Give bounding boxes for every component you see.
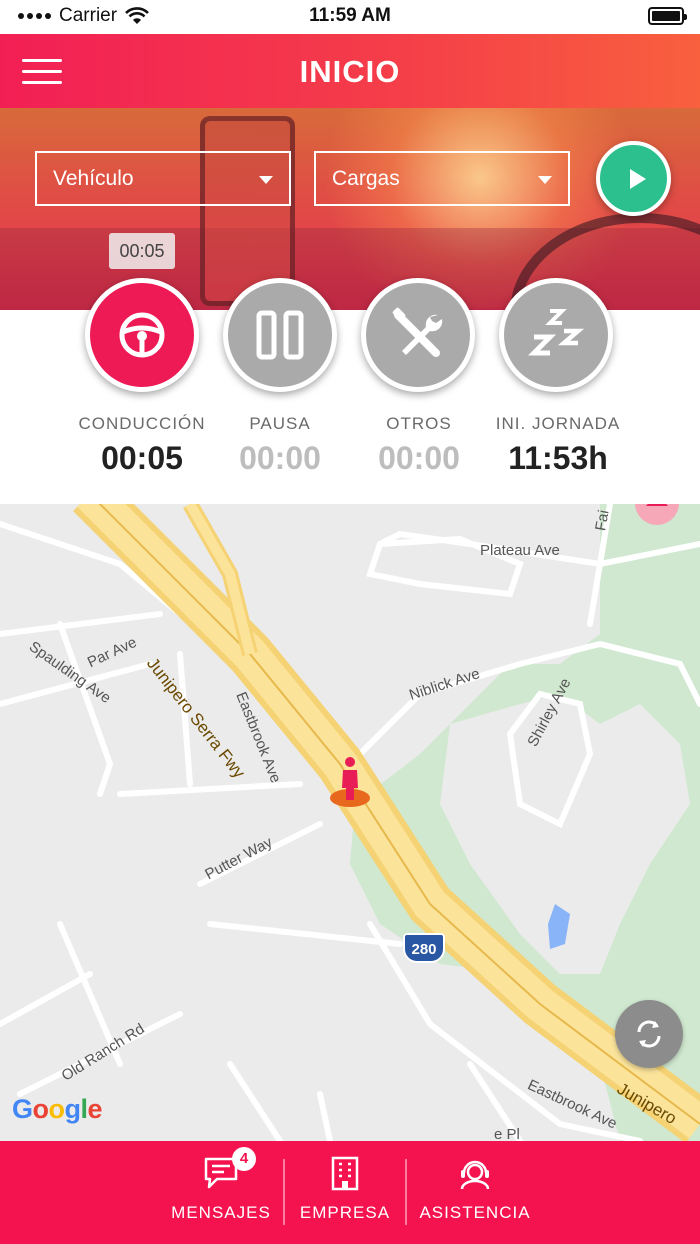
support-agent-icon bbox=[460, 1160, 490, 1190]
other-work-button[interactable] bbox=[361, 278, 475, 392]
current-timer-badge: 00:05 bbox=[109, 233, 175, 269]
cargas-select-value: Cargas bbox=[332, 167, 400, 190]
tools-icon bbox=[392, 307, 443, 357]
vehicle-select[interactable]: Vehículo bbox=[35, 151, 291, 206]
nav-assistance[interactable]: ASISTENCIA bbox=[408, 1141, 542, 1244]
workday-start-time: 11:53h bbox=[508, 440, 608, 476]
pause-button[interactable] bbox=[223, 278, 337, 392]
status-bar: Carrier 11:59 AM bbox=[0, 0, 700, 34]
nav-company-label: EMPRESA bbox=[299, 1203, 391, 1222]
nav-divider bbox=[405, 1159, 407, 1225]
driving-label: CONDUCCIÓN bbox=[78, 414, 206, 433]
cargas-select[interactable]: Cargas bbox=[314, 151, 570, 206]
nav-assistance-label: ASISTENCIA bbox=[419, 1203, 531, 1222]
page-title: INICIO bbox=[299, 54, 401, 89]
start-button[interactable] bbox=[596, 141, 671, 216]
other-label: OTROS bbox=[386, 414, 452, 433]
pause-label: PAUSA bbox=[249, 414, 311, 433]
refresh-icon bbox=[637, 1020, 661, 1048]
hero-banner: Vehículo Cargas 00:05 bbox=[0, 108, 700, 310]
activity-panel: CONDUCCIÓN 00:05 PAUSA 00:00 OTROS 00:00… bbox=[0, 278, 700, 504]
battery-icon bbox=[648, 7, 687, 25]
driving-time: 00:05 bbox=[101, 440, 183, 476]
nav-messages-label: MENSAJES bbox=[171, 1203, 271, 1222]
interstate-shield: 280 bbox=[403, 933, 445, 963]
refresh-button[interactable] bbox=[615, 1000, 683, 1068]
clock: 11:59 AM bbox=[309, 5, 391, 26]
street-label: Fai bbox=[592, 508, 613, 533]
location-marker-icon bbox=[330, 757, 370, 807]
building-icon bbox=[331, 1156, 359, 1191]
workday-start-label: INI. JORNADA bbox=[495, 414, 621, 433]
nav-company[interactable]: EMPRESA bbox=[284, 1141, 406, 1244]
chevron-up-icon bbox=[646, 504, 668, 506]
messages-badge: 4 bbox=[232, 1147, 256, 1171]
driving-button[interactable] bbox=[85, 278, 199, 392]
google-logo: Google bbox=[12, 1094, 103, 1124]
steering-wheel-icon bbox=[119, 312, 165, 358]
sleep-icon bbox=[528, 309, 584, 356]
bottom-navigation: 4 MENSAJES EMPRESA ASISTENCIA bbox=[0, 1141, 700, 1244]
street-label: Plateau Ave bbox=[480, 542, 560, 559]
street-label: e Pl bbox=[494, 1126, 520, 1141]
pause-time: 00:00 bbox=[239, 440, 321, 476]
vehicle-select-value: Vehículo bbox=[53, 167, 134, 190]
chevron-down-icon bbox=[259, 176, 273, 184]
pause-icon bbox=[256, 310, 304, 360]
chevron-down-icon bbox=[538, 176, 552, 184]
map-view[interactable]: Plateau Ave Par Ave Spaulding Ave Eastbr… bbox=[0, 504, 700, 1141]
nav-messages[interactable]: 4 MENSAJES bbox=[160, 1141, 282, 1244]
app-header: INICIO bbox=[0, 34, 700, 108]
rest-button[interactable] bbox=[499, 278, 613, 392]
play-icon bbox=[630, 169, 646, 189]
other-time: 00:00 bbox=[378, 440, 460, 476]
